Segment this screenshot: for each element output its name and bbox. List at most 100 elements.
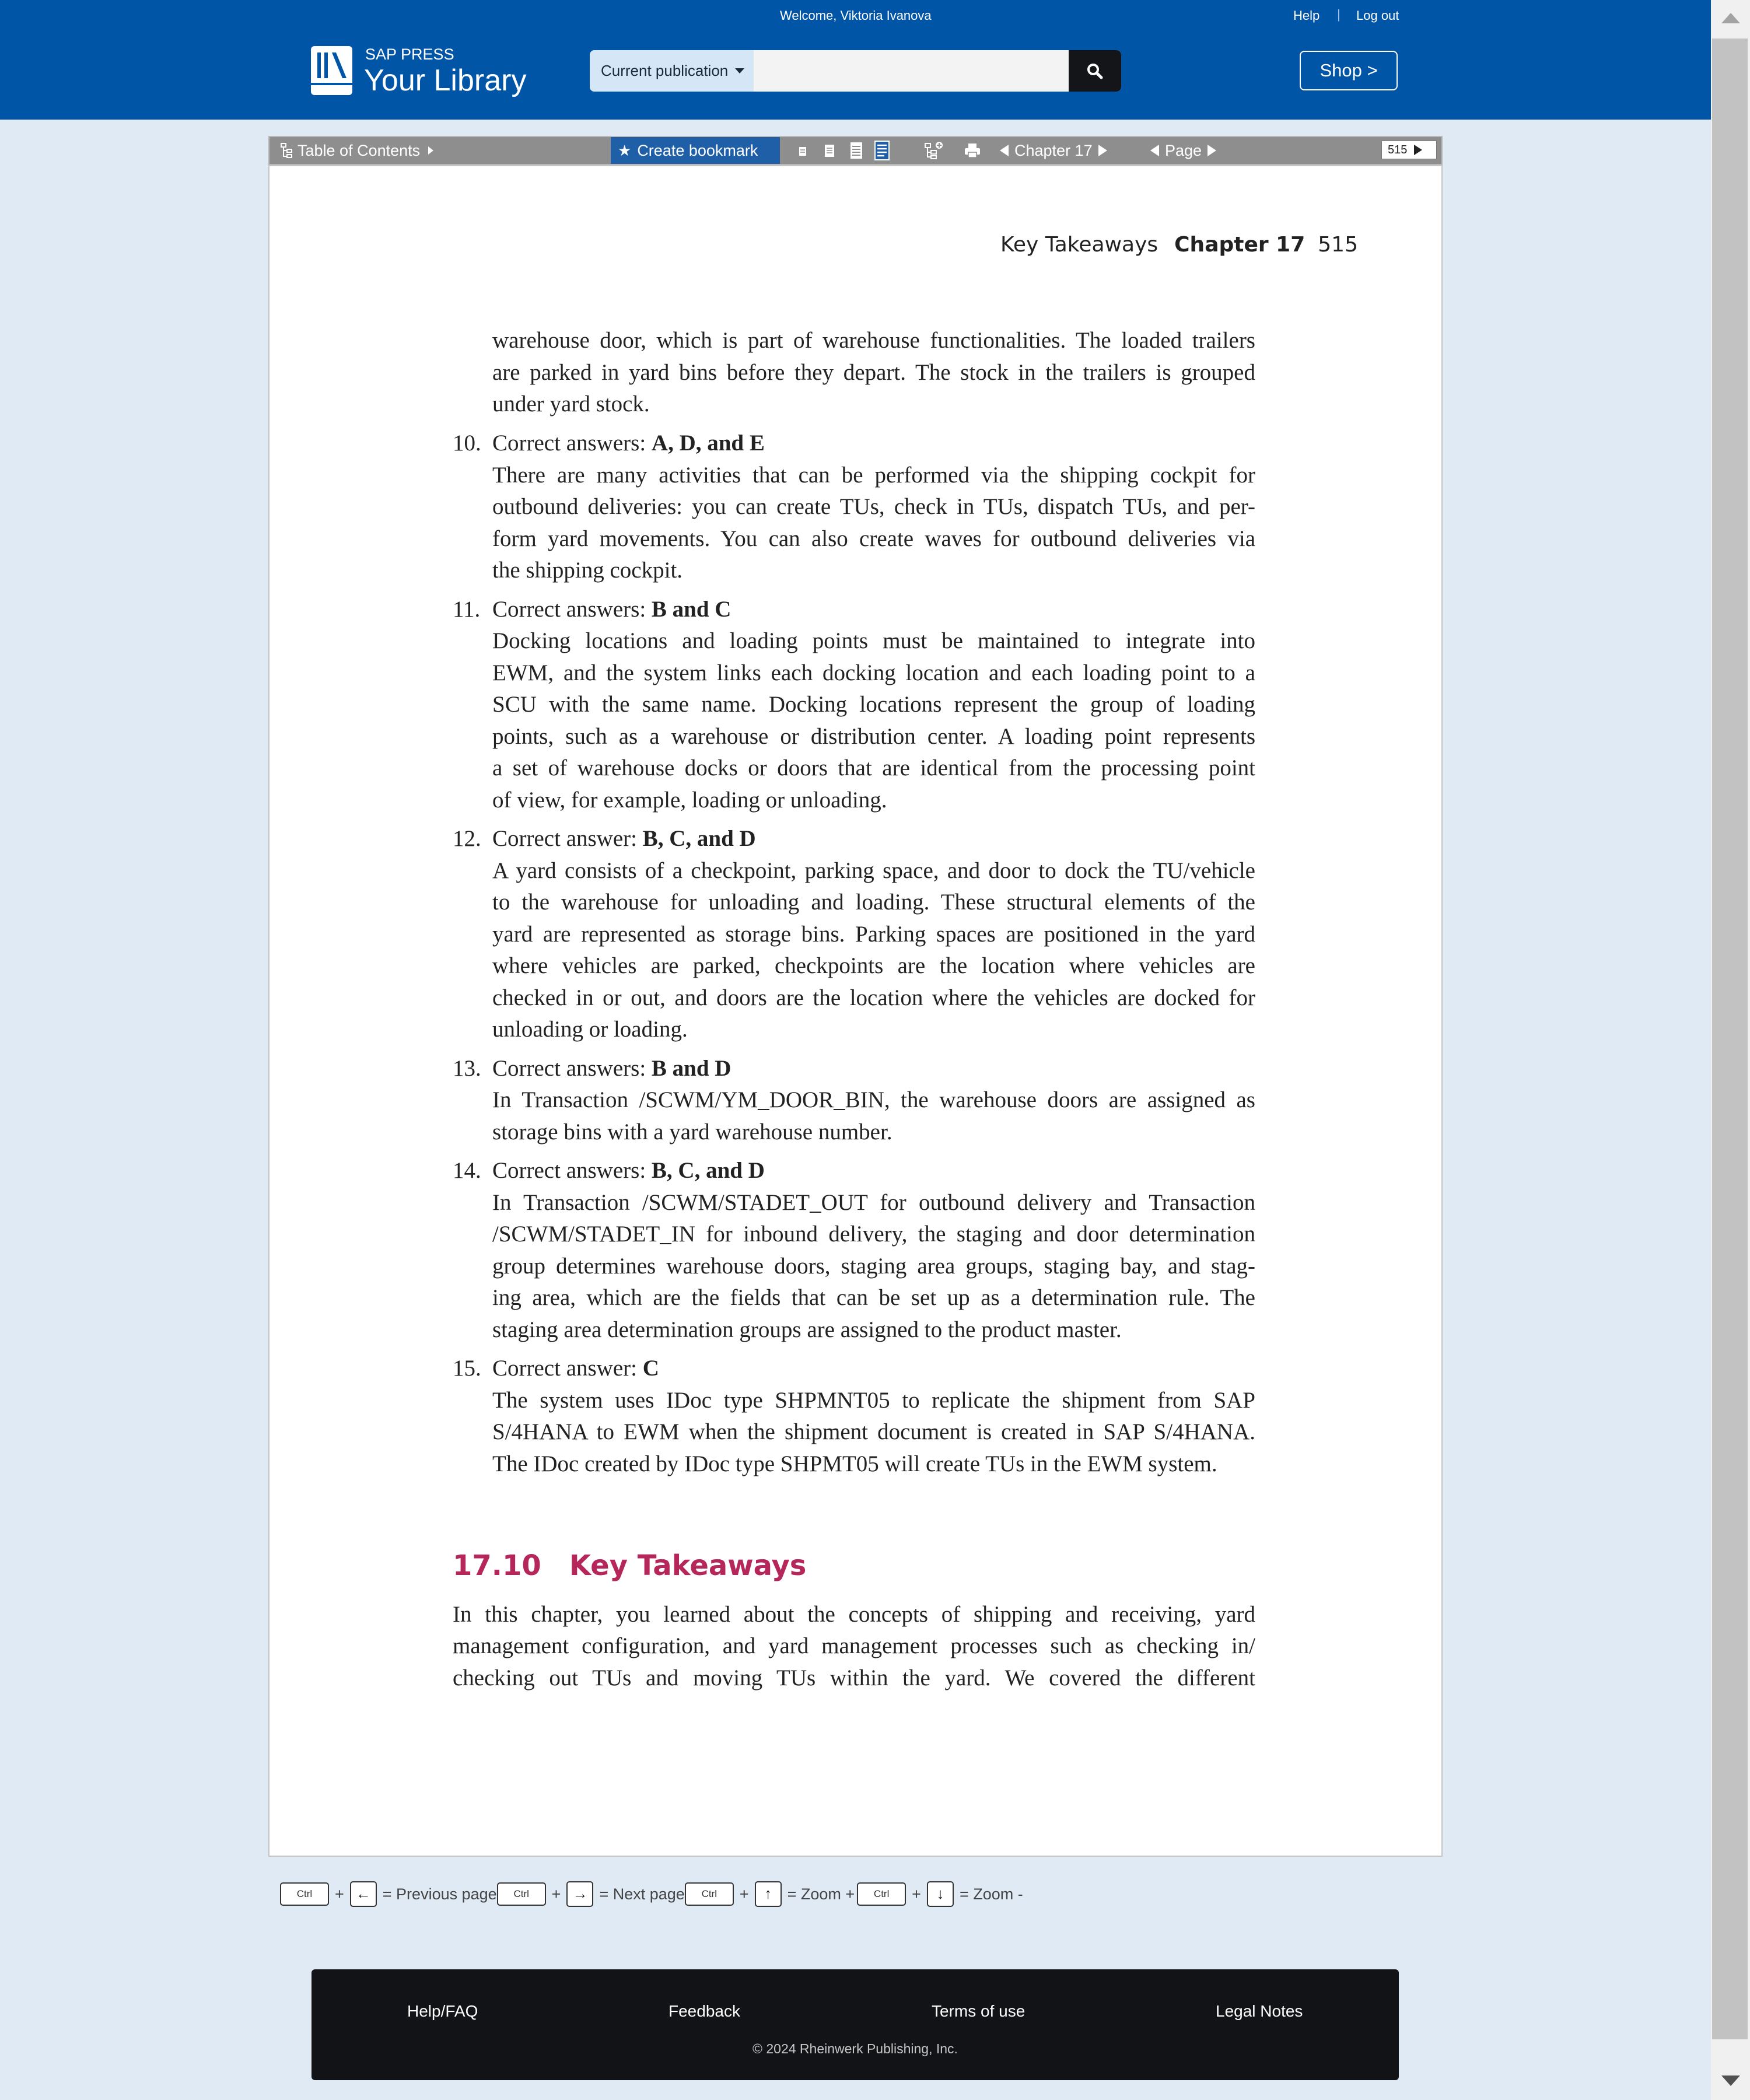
answer-label: Correct answers:	[492, 1158, 652, 1183]
text-line: staging area determination groups are as…	[492, 1317, 1122, 1342]
text-line: warehouse door, which is part of warehou…	[492, 328, 1255, 353]
scroll-down-arrow-icon[interactable]	[1721, 2076, 1740, 2086]
answer-value: C	[642, 1356, 659, 1381]
answer-number: 14.	[453, 1158, 481, 1183]
page-number-value: 515	[1388, 143, 1408, 156]
search-input[interactable]	[754, 50, 1069, 92]
page-label: Page	[1165, 141, 1202, 159]
text-line: of view, for example, loading or unloadi…	[492, 788, 887, 813]
brand-title[interactable]: Your Library	[364, 63, 526, 98]
previous-chapter-icon[interactable]	[1000, 145, 1009, 156]
shop-button[interactable]: Shop >	[1300, 51, 1398, 90]
font-large-icon[interactable]	[849, 137, 863, 164]
text-line: yard are represented as storage bins. Pa…	[492, 922, 1255, 947]
answer-value: B, C, and D	[642, 826, 756, 851]
ctrl-key: Ctrl	[496, 1882, 546, 1906]
search-scope-label: Current publication	[601, 62, 729, 79]
answer-number: 12.	[453, 826, 481, 851]
help-faq-link[interactable]: Help/FAQ	[407, 2002, 478, 2021]
text-line: EWM, and the system links each docking l…	[492, 660, 1255, 685]
zoom-out-shortcut: = Zoom -	[959, 1885, 1023, 1903]
search-button[interactable]	[1069, 50, 1121, 92]
running-head: Key Takeaways Chapter 17 515	[1000, 233, 1358, 257]
keyboard-shortcuts: Ctrl + ← = Previous page Ctrl + → = Next…	[280, 1881, 1023, 1908]
chapter-navigation: Chapter 17	[1000, 137, 1107, 164]
answer-number: 13.	[453, 1056, 481, 1081]
answer-number: 15.	[453, 1356, 481, 1381]
answer-label: Correct answer:	[492, 1356, 643, 1381]
plus-sign: +	[551, 1885, 561, 1903]
site-footer: Help/FAQ Feedback Terms of use Legal Not…	[312, 1969, 1399, 2080]
text-line: under yard stock.	[492, 391, 650, 416]
logout-link[interactable]: Log out	[1356, 8, 1399, 23]
next-chapter-icon[interactable]	[1098, 145, 1107, 156]
answer-heading: Correct answer: C	[492, 1353, 659, 1384]
welcome-text: Welcome, Viktoria Ivanova	[780, 8, 932, 23]
text-line: group determines warehouse doors, stagin…	[492, 1254, 1255, 1279]
text-line: form yard movements. You can also create…	[492, 526, 1255, 551]
section-number: 17.10	[453, 1549, 541, 1582]
toc-button[interactable]: Table of Contents	[280, 137, 434, 164]
section-heading: 17.10 Key Takeaways	[453, 1549, 806, 1582]
text-line: S/4HANA to EWM when the shipment documen…	[492, 1419, 1255, 1444]
search-scope-dropdown[interactable]: Current publication	[590, 50, 754, 92]
scrollbar-thumb[interactable]	[1712, 38, 1748, 2039]
ctrl-key: Ctrl	[280, 1882, 329, 1906]
feedback-link[interactable]: Feedback	[668, 2002, 740, 2021]
text-line: checked in or out, and doors are the loc…	[492, 985, 1255, 1010]
arrow-right-key-icon: →	[566, 1881, 594, 1907]
answer-label: Correct answers:	[492, 597, 652, 622]
scroll-up-arrow-icon[interactable]	[1721, 13, 1740, 23]
answer-label: Correct answers:	[492, 430, 652, 456]
bookmark-label: Create bookmark	[637, 141, 758, 159]
text-line: There are many activities that can be pe…	[492, 463, 1255, 488]
header-separator: |	[1337, 7, 1340, 22]
section-title-text: Key Takeaways	[569, 1549, 807, 1582]
library-logo-icon[interactable]	[310, 46, 353, 96]
text-line: The IDoc created by IDoc type SHPMT05 wi…	[492, 1451, 1217, 1476]
text-line: In Transaction /SCWM/STADET_OUT for outb…	[492, 1190, 1255, 1215]
font-xlarge-icon[interactable]	[874, 137, 890, 164]
ctrl-key: Ctrl	[684, 1882, 734, 1906]
answer-number: 10.	[453, 430, 481, 456]
answer-label: Correct answers:	[492, 1056, 652, 1081]
print-icon[interactable]	[964, 137, 981, 164]
font-medium-icon[interactable]	[824, 137, 835, 164]
create-bookmark-button[interactable]: ★ Create bookmark	[611, 137, 780, 164]
page-jump-input[interactable]: 515	[1381, 141, 1437, 159]
arrow-up-key-icon: ↑	[754, 1881, 782, 1907]
text-line: ing area, which are the fields that can …	[492, 1285, 1255, 1310]
answer-label: Correct answer:	[492, 826, 643, 851]
answer-heading: Correct answers: B and C	[492, 594, 731, 625]
terms-of-use-link[interactable]: Terms of use	[932, 2002, 1025, 2021]
plus-sign: +	[335, 1885, 344, 1903]
caret-right-icon	[428, 146, 434, 155]
previous-page-icon[interactable]	[1150, 145, 1159, 156]
copyright-text: © 2024 Rheinwerk Publishing, Inc.	[752, 2041, 958, 2056]
answer-heading: Correct answers: B and D	[492, 1053, 731, 1084]
running-head-chapter: Chapter 17	[1174, 233, 1306, 257]
text-line: storage bins with a yard warehouse numbe…	[492, 1119, 892, 1144]
text-line: In this chapter, you learned about the c…	[453, 1602, 1255, 1627]
zoom-in-shortcut: = Zoom +	[787, 1885, 855, 1903]
legal-notes-link[interactable]: Legal Notes	[1216, 2002, 1303, 2021]
arrow-down-key-icon: ↓	[926, 1881, 954, 1907]
arrow-left-key-icon: ←	[349, 1881, 377, 1907]
help-link[interactable]: Help	[1293, 8, 1320, 23]
star-plus-icon: ★	[618, 141, 632, 159]
text-line: unloading or loading.	[492, 1017, 688, 1042]
text-line: outbound deliveries: you can create TUs,…	[492, 494, 1255, 519]
text-line: the shipping cockpit.	[492, 558, 683, 583]
page-scrollbar[interactable]	[1711, 0, 1750, 2100]
chapter-label: Chapter 17	[1014, 141, 1093, 159]
go-to-page-icon[interactable]	[1414, 145, 1423, 155]
brand-label: SAP PRESS	[365, 46, 454, 63]
answer-value: B, C, and D	[651, 1158, 765, 1183]
running-head-page: 515	[1318, 233, 1358, 257]
answer-heading: Correct answers: A, D, and E	[492, 428, 765, 459]
answer-value: B and C	[651, 597, 732, 622]
add-to-structure-icon[interactable]	[924, 137, 944, 164]
previous-page-shortcut: = Previous page	[382, 1885, 497, 1903]
font-small-icon[interactable]	[798, 137, 807, 164]
next-page-icon[interactable]	[1208, 145, 1217, 156]
